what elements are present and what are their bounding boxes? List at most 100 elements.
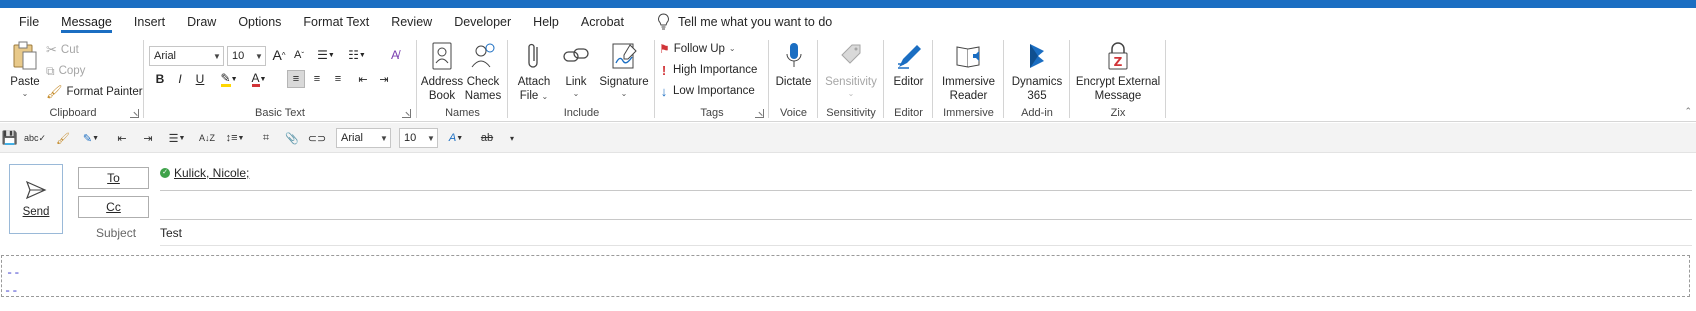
chevron-down-icon: ⌄ — [21, 89, 29, 98]
to-field[interactable]: ✓ Kulick, Nicole; — [160, 166, 249, 180]
signature-label: Signature — [599, 76, 649, 88]
editor-button[interactable]: Editor — [886, 40, 931, 89]
immersive-reader-button[interactable]: Immersive Reader — [935, 40, 1002, 103]
crop-button[interactable]: ⌗ — [258, 128, 274, 148]
tab-options[interactable]: Options — [227, 8, 292, 36]
align-center-button[interactable]: ≡ — [308, 70, 326, 88]
tell-me-search[interactable]: Tell me what you want to do — [657, 13, 832, 31]
signature-icon — [608, 40, 640, 72]
high-importance-button[interactable]: ! High Importance — [659, 60, 758, 80]
shrink-font-icon: A — [293, 49, 302, 61]
chevron-down-icon: ⌄ — [620, 89, 628, 98]
sensitivity-button[interactable]: Sensitivity ⌄ — [820, 40, 882, 99]
decrease-indent-qat-button[interactable]: ⇤ — [114, 128, 130, 148]
increase-indent-qat-button[interactable]: ⇥ — [140, 128, 156, 148]
tab-message[interactable]: Message — [50, 8, 123, 36]
subject-field[interactable]: Test — [160, 226, 182, 240]
tab-insert[interactable]: Insert — [123, 8, 176, 36]
dynamics-label-2: 365 — [1027, 90, 1047, 102]
line-spacing-button[interactable]: ↕≡ ▼ — [222, 128, 248, 148]
text-effects-button[interactable]: A ▼ — [443, 128, 469, 148]
qat-size-combo[interactable]: 10 ▼ — [399, 128, 438, 148]
address-book-label-2: Book — [428, 90, 456, 102]
tab-format-text[interactable]: Format Text — [292, 8, 380, 36]
group-divider — [654, 40, 655, 118]
font-size-combo[interactable]: 10 ▼ — [227, 46, 266, 66]
qat-font-combo[interactable]: Arial ▼ — [336, 128, 391, 148]
paste-button[interactable]: Paste ⌄ — [6, 40, 44, 99]
signature-button[interactable]: Signature ⌄ — [598, 40, 650, 99]
styles-button[interactable]: ✎ ▼ — [78, 128, 104, 148]
attach-qat-button[interactable]: 📎 — [284, 128, 300, 148]
tab-developer[interactable]: Developer — [443, 8, 522, 36]
align-right-button[interactable]: ≡ — [329, 70, 347, 88]
flag-icon: ⚑ — [659, 42, 670, 56]
grow-font-button[interactable]: A ^ — [270, 46, 288, 64]
link-icon — [560, 40, 592, 72]
bold-button[interactable]: B — [151, 70, 169, 88]
strikethrough-button[interactable]: ab — [478, 128, 496, 148]
encrypt-external-message-button[interactable]: Z Encrypt External Message — [1072, 40, 1164, 103]
cc-field[interactable] — [160, 198, 1692, 218]
address-book-label-1: Address — [420, 76, 464, 88]
sort-button[interactable]: A↓Z — [198, 128, 216, 148]
bullets-button[interactable]: ☰ ▼ — [313, 46, 339, 64]
tab-review[interactable]: Review — [380, 8, 443, 36]
customize-qat-button[interactable]: ▾ — [506, 128, 518, 148]
collapse-ribbon-icon[interactable]: ⌃ — [1684, 106, 1692, 117]
font-name-combo[interactable]: Arial ▼ — [149, 46, 224, 66]
tab-help[interactable]: Help — [522, 8, 570, 36]
shrink-font-button[interactable]: Aˇ — [290, 46, 308, 64]
decrease-indent-button[interactable]: ⇤ — [354, 70, 372, 88]
dynamics-365-button[interactable]: Dynamics 365 — [1006, 40, 1068, 103]
decrease-indent-icon: ⇤ — [358, 73, 368, 86]
clipboard-launcher-icon[interactable] — [130, 109, 139, 118]
send-button[interactable]: Send — [9, 164, 63, 234]
tab-file[interactable]: File — [8, 8, 50, 36]
resolved-check-icon: ✓ — [160, 168, 170, 178]
clear-formatting-button[interactable]: A̸ — [386, 46, 404, 64]
cc-button[interactable]: Cc — [78, 196, 149, 218]
spelling-button[interactable]: abc✓ — [24, 128, 46, 148]
exclamation-icon: ! — [661, 62, 667, 78]
follow-up-button[interactable]: ⚑ Follow Up ⌄ — [659, 39, 736, 59]
copy-button[interactable]: ⧉ Copy — [46, 61, 85, 81]
tab-acrobat[interactable]: Acrobat — [570, 8, 635, 36]
format-painter-qat-button[interactable]: 🖌 — [54, 128, 72, 148]
italic-button[interactable]: I — [171, 70, 189, 88]
address-book-button[interactable]: Address Book — [420, 40, 464, 103]
to-recipient[interactable]: Kulick, Nicole; — [174, 166, 249, 180]
clear-formatting-icon: A̸ — [390, 48, 399, 62]
font-color-button[interactable]: A ▼ — [245, 70, 273, 88]
chevron-down-icon: ▼ — [255, 51, 263, 61]
chevron-down-icon: ⌄ — [728, 44, 736, 53]
increase-indent-button[interactable]: ⇥ — [375, 70, 393, 88]
bullets-qat-button[interactable]: ☰ ▼ — [164, 128, 190, 148]
save-button[interactable]: 💾 — [2, 128, 18, 148]
link-qat-button[interactable]: ⊂⊃ — [308, 128, 326, 148]
numbering-button[interactable]: ☷ ▼ — [344, 46, 370, 64]
chevron-down-icon: ▼ — [358, 51, 366, 59]
qat-font-value: Arial — [341, 132, 364, 144]
cut-button[interactable]: ✂ Cut — [46, 40, 79, 60]
tags-launcher-icon[interactable] — [755, 109, 764, 118]
lock-icon: Z — [1102, 40, 1134, 72]
highlight-button[interactable]: ✎ ▼ — [215, 70, 243, 88]
format-painter-button[interactable]: 🖌 Format Painter — [46, 82, 143, 102]
align-left-button[interactable]: ≡ — [287, 70, 305, 88]
to-button[interactable]: To — [78, 167, 149, 189]
group-sensitivity: Sensitivity ⌄ Sensitivity — [820, 38, 882, 122]
paste-icon — [9, 40, 41, 72]
basic-text-launcher-icon[interactable] — [402, 109, 411, 118]
link-button[interactable]: Link ⌄ — [558, 40, 594, 99]
attach-file-button[interactable]: Attach File ⌄ — [514, 40, 554, 103]
dictate-button[interactable]: Dictate — [771, 40, 816, 89]
underline-button[interactable]: U — [191, 70, 209, 88]
message-body[interactable]: -- — [1, 255, 1690, 297]
cc-label: Cc — [106, 200, 121, 214]
group-divider — [883, 40, 884, 118]
tab-draw[interactable]: Draw — [176, 8, 227, 36]
low-importance-button[interactable]: ↓ Low Importance — [659, 81, 755, 101]
check-names-button[interactable]: Check Names — [464, 40, 502, 103]
chevron-down-icon: ▼ — [259, 75, 267, 83]
